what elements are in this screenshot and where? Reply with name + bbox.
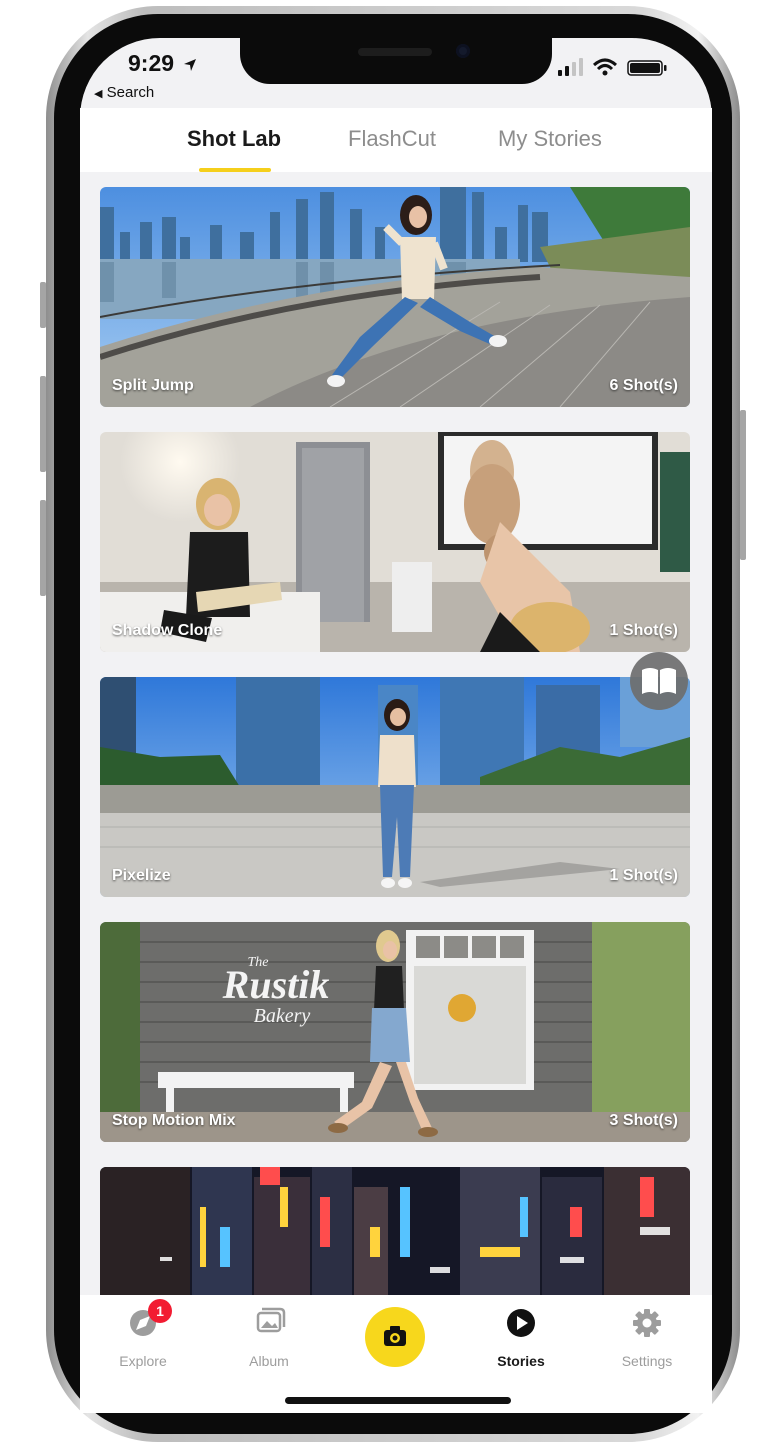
card-thumbnail: The Rustik Bakery (100, 922, 690, 1142)
bakery-sign-rustik: Rustik (222, 962, 330, 1007)
active-tab-indicator (199, 168, 271, 172)
tutorial-book-button[interactable] (630, 652, 688, 710)
nav-label-stories: Stories (497, 1353, 545, 1369)
card-thumbnail (100, 677, 690, 897)
card-title: Pixelize (112, 867, 171, 884)
card-thumbnail (100, 1167, 690, 1295)
card-thumbnail (100, 432, 690, 652)
status-time-text: 9:29 (128, 50, 175, 76)
album-icon (256, 1307, 286, 1333)
card-title: Stop Motion Mix (112, 1112, 236, 1129)
settings-gear-icon (633, 1309, 661, 1337)
nav-label-explore: Explore (119, 1353, 167, 1369)
card-shot-count: 1 Shot(s) (609, 622, 678, 639)
mute-switch (40, 282, 46, 328)
card-thumbnail (100, 187, 690, 407)
location-arrow-icon (184, 58, 197, 71)
explore-icon (130, 1310, 156, 1336)
camera-capture-button[interactable] (365, 1307, 425, 1367)
status-icons (558, 56, 670, 83)
nav-label-album: Album (249, 1353, 289, 1369)
back-triangle-icon: ◀ (94, 88, 103, 100)
earpiece-speaker (358, 48, 432, 56)
bakery-sign-bakery: Bakery (254, 1005, 311, 1027)
notch (240, 38, 552, 84)
card-title: Shadow Clone (112, 622, 223, 639)
nav-settings[interactable]: Settings (584, 1295, 710, 1375)
nav-album[interactable]: Album (206, 1295, 332, 1375)
back-to-search[interactable]: ◀ Search (94, 84, 154, 101)
power-button (740, 410, 746, 560)
nav-stories[interactable]: Stories (458, 1295, 584, 1375)
cellular-signal-icon (558, 58, 583, 76)
status-time: 9:29 (128, 50, 198, 77)
tab-flashcut[interactable]: FlashCut (348, 126, 436, 152)
top-tab-bar: Shot Lab FlashCut My Stories (80, 108, 712, 172)
shot-card-partial[interactable] (100, 1167, 690, 1295)
home-indicator[interactable] (285, 1397, 511, 1404)
volume-down-button (40, 500, 46, 596)
back-search-label: Search (106, 84, 155, 101)
card-shot-count: 3 Shot(s) (609, 1112, 678, 1129)
open-book-icon (642, 668, 676, 694)
nav-label-settings: Settings (621, 1353, 673, 1369)
tab-shot-lab[interactable]: Shot Lab (187, 126, 281, 152)
stories-play-icon (507, 1309, 535, 1337)
front-camera (456, 44, 470, 58)
battery-icon (627, 60, 667, 76)
tab-my-stories[interactable]: My Stories (498, 126, 602, 152)
card-shot-count: 1 Shot(s) (609, 867, 678, 884)
card-shot-count: 6 Shot(s) (609, 377, 678, 394)
wifi-icon (592, 58, 618, 76)
shot-card-shadow-clone[interactable]: Shadow Clone 1 Shot(s) (100, 432, 690, 652)
camera-icon (384, 1326, 406, 1346)
explore-notification-badge: 1 (148, 1299, 172, 1323)
shot-card-stop-motion-mix[interactable]: The Rustik Bakery Stop Motion Mix 3 Shot… (100, 922, 690, 1142)
shot-card-split-jump[interactable]: Split Jump 6 Shot(s) (100, 187, 690, 407)
card-title: Split Jump (112, 377, 194, 394)
bottom-nav-bar: 1 Explore Album Stories Settings (80, 1295, 712, 1413)
nav-explore[interactable]: 1 Explore (80, 1295, 206, 1375)
volume-up-button (40, 376, 46, 472)
shot-card-pixelize[interactable]: Pixelize 1 Shot(s) (100, 677, 690, 897)
